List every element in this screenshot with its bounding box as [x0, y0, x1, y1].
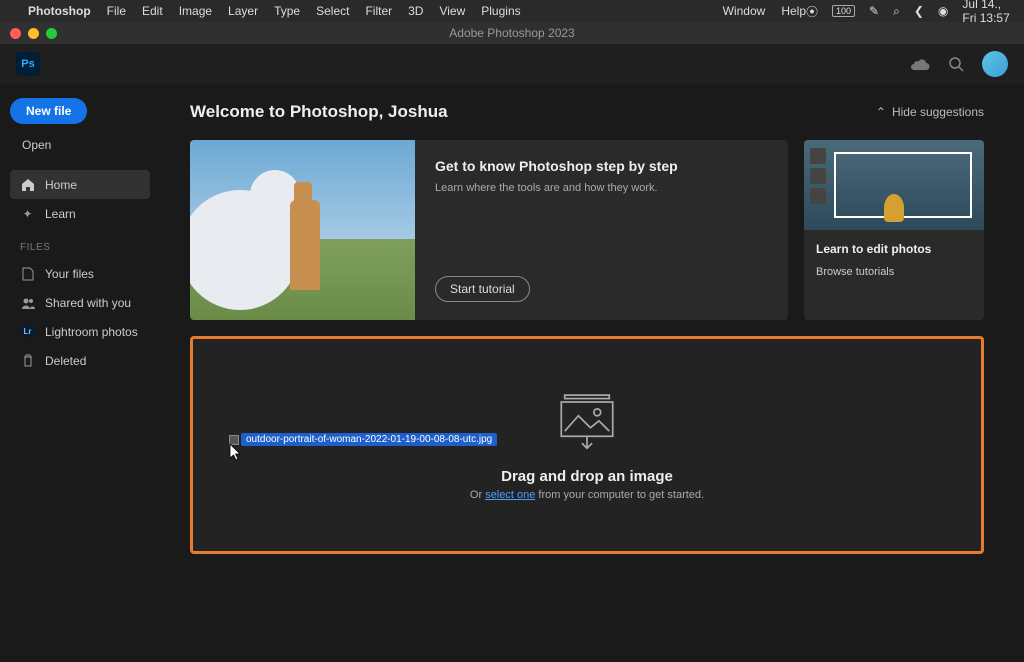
tutorial-title: Get to know Photoshop step by step — [435, 158, 768, 174]
tool-icon[interactable]: ✎ — [869, 4, 879, 18]
learn-thumbnail — [804, 140, 984, 230]
photoshop-logo-icon: Ps — [16, 52, 40, 76]
control-center-icon[interactable]: ❮ — [914, 4, 924, 18]
sidebar-item-shared[interactable]: Shared with you — [10, 288, 150, 317]
menu-file[interactable]: File — [107, 4, 126, 18]
people-icon — [20, 295, 35, 310]
browse-tutorials-link[interactable]: Browse tutorials — [816, 266, 972, 278]
app-menu[interactable]: Photoshop — [28, 4, 91, 18]
battery-icon[interactable]: 100 — [832, 5, 855, 17]
learn-icon: ✦ — [20, 206, 35, 221]
tutorial-card: Get to know Photoshop step by step Learn… — [190, 140, 788, 320]
menu-plugins[interactable]: Plugins — [481, 4, 520, 18]
start-tutorial-button[interactable]: Start tutorial — [435, 276, 530, 302]
menu-view[interactable]: View — [439, 4, 465, 18]
new-file-button[interactable]: New file — [10, 98, 87, 124]
chevron-up-icon: ⌃ — [876, 105, 886, 119]
maximize-window-button[interactable] — [46, 28, 57, 39]
trash-icon — [20, 353, 35, 368]
sidebar-item-your-files[interactable]: Your files — [10, 259, 150, 288]
menu-layer[interactable]: Layer — [228, 4, 258, 18]
spotlight-icon[interactable]: ⌕ — [893, 4, 900, 19]
files-section-label: FILES — [20, 242, 150, 253]
dropzone-title: Drag and drop an image — [501, 468, 673, 485]
open-button[interactable]: Open — [22, 138, 150, 152]
tutorial-desc: Learn where the tools are and how they w… — [435, 182, 768, 194]
select-one-link[interactable]: select one — [485, 489, 535, 501]
sidebar-item-label: Shared with you — [45, 296, 131, 310]
macos-menubar: Photoshop File Edit Image Layer Type Sel… — [0, 0, 1024, 22]
record-icon[interactable]: ⦿ — [806, 3, 818, 20]
sidebar-item-label: Lightroom photos — [45, 325, 138, 339]
menu-edit[interactable]: Edit — [142, 4, 163, 18]
menu-select[interactable]: Select — [316, 4, 349, 18]
window-title: Adobe Photoshop 2023 — [449, 26, 574, 40]
window-titlebar: Adobe Photoshop 2023 — [0, 22, 1024, 44]
menu-image[interactable]: Image — [179, 4, 212, 18]
siri-icon[interactable]: ◉ — [938, 4, 948, 18]
welcome-heading: Welcome to Photoshop, Joshua — [190, 102, 448, 122]
minimize-window-button[interactable] — [28, 28, 39, 39]
lightroom-icon: Lr — [20, 324, 35, 339]
hide-suggestions-button[interactable]: ⌃ Hide suggestions — [876, 105, 984, 119]
sidebar-item-label: Learn — [45, 207, 76, 221]
tutorial-thumbnail — [190, 140, 415, 320]
image-drop-icon — [552, 390, 622, 450]
sidebar-item-label: Your files — [45, 267, 94, 281]
sidebar-item-label: Deleted — [45, 354, 86, 368]
menu-window[interactable]: Window — [723, 4, 766, 18]
sidebar-item-deleted[interactable]: Deleted — [10, 346, 150, 375]
close-window-button[interactable] — [10, 28, 21, 39]
menu-type[interactable]: Type — [274, 4, 300, 18]
app-topbar: Ps — [0, 44, 1024, 84]
sidebar-item-home[interactable]: Home — [10, 170, 150, 199]
cursor-icon — [229, 443, 245, 463]
sidebar-item-learn[interactable]: ✦ Learn — [10, 199, 150, 228]
menu-3d[interactable]: 3D — [408, 4, 423, 18]
learn-card[interactable]: Learn to edit photos Browse tutorials — [804, 140, 984, 320]
user-avatar[interactable] — [982, 51, 1008, 77]
sidebar-item-label: Home — [45, 178, 77, 192]
dropzone[interactable]: outdoor-portrait-of-woman-2022-01-19-00-… — [190, 336, 984, 554]
dropzone-subtitle: Or select one from your computer to get … — [470, 489, 704, 501]
menu-filter[interactable]: Filter — [365, 4, 392, 18]
home-icon — [20, 177, 35, 192]
dragged-file-chip: outdoor-portrait-of-woman-2022-01-19-00-… — [229, 433, 497, 446]
learn-title: Learn to edit photos — [816, 242, 972, 256]
file-icon — [20, 266, 35, 281]
search-icon[interactable] — [948, 56, 964, 72]
sidebar: New file Open Home ✦ Learn FILES Your fi… — [0, 84, 160, 662]
menu-help[interactable]: Help — [781, 4, 806, 18]
content-area: Welcome to Photoshop, Joshua ⌃ Hide sugg… — [160, 84, 1024, 662]
dragged-file-name: outdoor-portrait-of-woman-2022-01-19-00-… — [241, 433, 497, 446]
cloud-icon[interactable] — [910, 57, 930, 71]
sidebar-item-lightroom[interactable]: Lr Lightroom photos — [10, 317, 150, 346]
